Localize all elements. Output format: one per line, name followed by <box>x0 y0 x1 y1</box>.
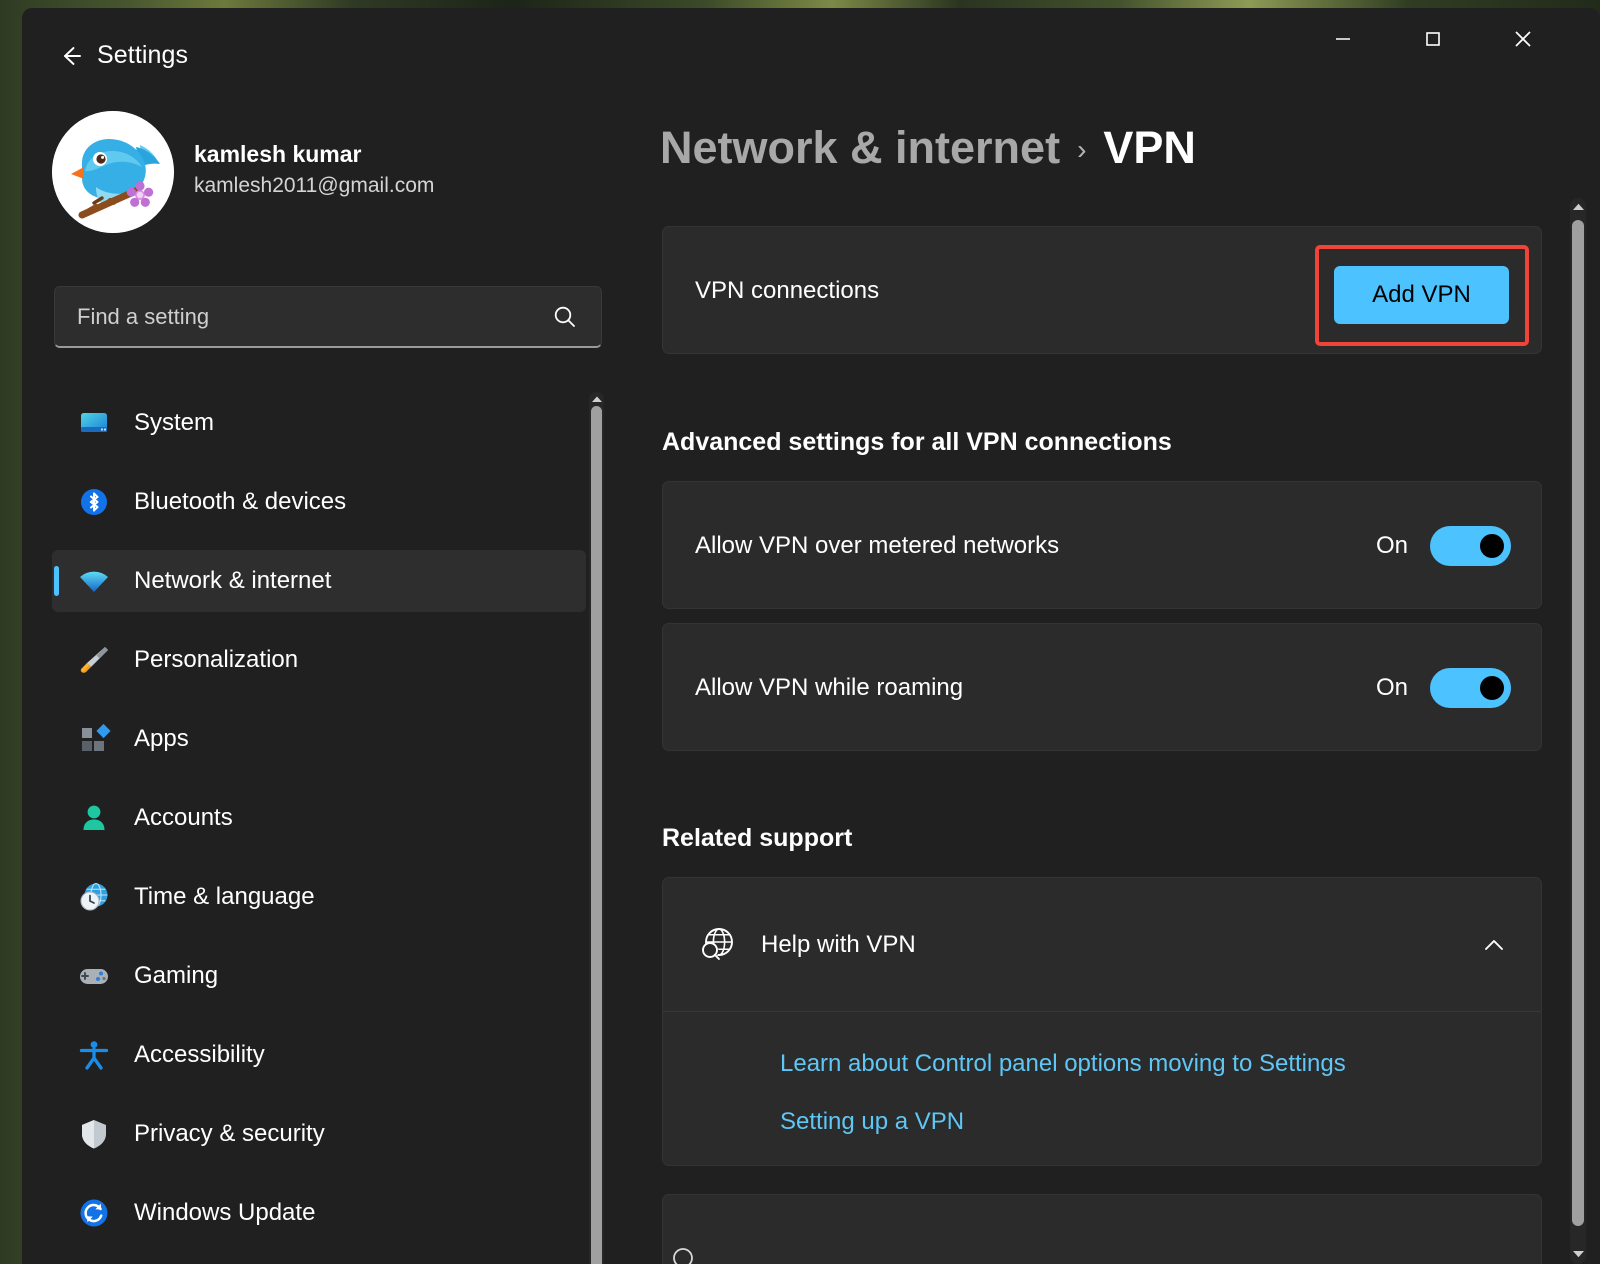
app-title: Settings <box>97 41 188 70</box>
related-support-heading: Related support <box>662 824 852 853</box>
sidebar-item-label: Apps <box>134 725 189 753</box>
sidebar: kamlesh kumar kamlesh2011@gmail.com Find… <box>22 100 622 1264</box>
chevron-up-icon <box>1572 202 1585 211</box>
sidebar-item-accounts[interactable]: Accounts <box>52 787 586 849</box>
toggle-allow-vpn-while-roaming[interactable] <box>1430 668 1511 708</box>
search-placeholder: Find a setting <box>77 304 551 330</box>
toggle-state-label: On <box>1376 532 1408 560</box>
bluebird-avatar-icon <box>52 111 174 233</box>
sidebar-item-bluetooth-devices[interactable]: Bluetooth & devices <box>52 471 586 533</box>
back-button[interactable] <box>44 30 96 82</box>
profile-email: kamlesh2011@gmail.com <box>194 174 434 198</box>
chevron-up-icon[interactable] <box>1477 928 1511 962</box>
sidebar-scroll-up-button[interactable] <box>590 393 603 404</box>
setting-row-metered: Allow VPN over metered networks On <box>662 481 1542 609</box>
help-link[interactable]: Setting up a VPN <box>780 1108 964 1136</box>
minimize-button[interactable] <box>1308 8 1377 70</box>
shield-icon <box>72 1117 116 1151</box>
chevron-up-icon <box>591 395 603 403</box>
sidebar-scrollbar-thumb[interactable] <box>591 406 602 1264</box>
close-icon <box>1511 27 1535 51</box>
wifi-icon <box>72 564 116 598</box>
help-links-panel: Learn about Control panel options moving… <box>663 1011 1541 1166</box>
maximize-button[interactable] <box>1398 8 1467 70</box>
sidebar-item-accessibility[interactable]: Accessibility <box>52 1024 586 1086</box>
main-scroll-up-button[interactable] <box>1571 200 1585 212</box>
sidebar-scrollbar[interactable] <box>585 392 607 1264</box>
sidebar-item-label: Accounts <box>134 804 233 832</box>
vpn-connections-label: VPN connections <box>695 277 879 305</box>
toggle-knob <box>1480 534 1504 558</box>
toggle-knob <box>1480 676 1504 700</box>
main-scroll-down-button[interactable] <box>1571 1248 1585 1260</box>
system-monitor-icon <box>72 406 116 440</box>
partial-icon-below-fold <box>670 1242 696 1264</box>
breadcrumb-separator: › <box>1077 134 1086 166</box>
sidebar-item-gaming[interactable]: Gaming <box>52 945 586 1007</box>
sidebar-item-label: Personalization <box>134 646 298 674</box>
settings-window: Settings <box>22 8 1600 1264</box>
sidebar-item-label: Windows Update <box>134 1199 315 1227</box>
sidebar-item-time-language[interactable]: Time & language <box>52 866 586 928</box>
search-icon <box>551 303 579 331</box>
setting-label: Allow VPN over metered networks <box>695 532 1059 560</box>
help-link[interactable]: Learn about Control panel options moving… <box>780 1050 1346 1078</box>
sidebar-item-windows-update[interactable]: Windows Update <box>52 1182 586 1244</box>
close-button[interactable] <box>1488 8 1557 70</box>
sidebar-item-label: Bluetooth & devices <box>134 488 346 516</box>
apps-grid-icon <box>72 722 116 756</box>
sidebar-item-apps[interactable]: Apps <box>52 708 586 770</box>
help-with-vpn-expander[interactable]: Help with VPN <box>663 878 1541 1011</box>
setting-label: Allow VPN while roaming <box>695 674 963 702</box>
breadcrumb: Network & internet › VPN <box>660 122 1196 174</box>
minimize-icon <box>1332 28 1354 50</box>
sidebar-item-label: Gaming <box>134 962 218 990</box>
gamepad-icon <box>72 959 116 993</box>
globe-help-icon <box>695 924 737 966</box>
person-icon <box>72 801 116 835</box>
add-vpn-button[interactable]: Add VPN <box>1334 266 1509 324</box>
accessibility-icon <box>72 1038 116 1072</box>
toggle-state-label: On <box>1376 674 1408 702</box>
advanced-settings-heading: Advanced settings for all VPN connection… <box>662 428 1172 457</box>
clock-globe-icon <box>72 880 116 914</box>
setting-row-roaming: Allow VPN while roaming On <box>662 623 1542 751</box>
navigation-list: System Bluetooth & devices <box>22 392 622 1264</box>
sidebar-item-label: Time & language <box>134 883 315 911</box>
selection-indicator <box>54 566 59 596</box>
title-bar: Settings <box>22 8 1600 100</box>
toggle-group: On <box>1376 526 1511 566</box>
sidebar-item-label: Accessibility <box>134 1041 265 1069</box>
back-arrow-icon <box>55 41 85 71</box>
breadcrumb-parent-link[interactable]: Network & internet <box>660 122 1060 174</box>
main-scrollbar[interactable] <box>1566 198 1590 1264</box>
maximize-icon <box>1422 28 1444 50</box>
paintbrush-icon <box>72 643 116 677</box>
profile-name: kamlesh kumar <box>194 141 434 168</box>
sidebar-item-personalization[interactable]: Personalization <box>52 629 586 691</box>
profile-text: kamlesh kumar kamlesh2011@gmail.com <box>194 141 434 204</box>
sidebar-item-label: Privacy & security <box>134 1120 325 1148</box>
sidebar-item-label: Network & internet <box>134 567 331 595</box>
search-input[interactable]: Find a setting <box>54 286 602 348</box>
sidebar-item-network-internet[interactable]: Network & internet <box>52 550 586 612</box>
bluetooth-icon <box>72 485 116 519</box>
chevron-down-icon <box>1572 1250 1585 1259</box>
update-refresh-icon <box>72 1196 116 1230</box>
toggle-group: On <box>1376 668 1511 708</box>
sidebar-item-label: System <box>134 409 214 437</box>
page-title: VPN <box>1103 122 1196 174</box>
sidebar-item-system[interactable]: System <box>52 392 586 454</box>
sidebar-item-privacy-security[interactable]: Privacy & security <box>52 1103 586 1165</box>
toggle-allow-vpn-over-metered-networks[interactable] <box>1430 526 1511 566</box>
avatar <box>52 111 174 233</box>
partial-card-below-fold[interactable] <box>662 1194 1542 1264</box>
help-with-vpn-label: Help with VPN <box>761 931 916 959</box>
main-scrollbar-thumb[interactable] <box>1572 220 1584 1226</box>
help-with-vpn-card: Help with VPN Learn about Control panel … <box>662 877 1542 1166</box>
profile-section[interactable]: kamlesh kumar kamlesh2011@gmail.com <box>52 111 434 233</box>
